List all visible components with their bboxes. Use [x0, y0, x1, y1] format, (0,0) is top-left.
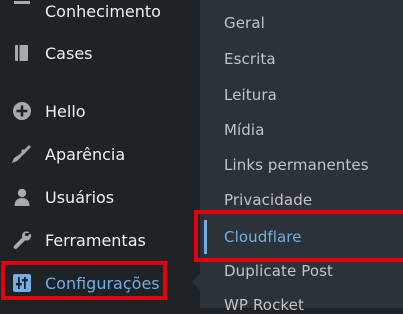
sidebar-item-configuracoes[interactable]: Configurações [0, 266, 200, 300]
submenu-item-privacidade[interactable]: Privacidade [224, 191, 312, 209]
submenu-item-geral[interactable]: Geral [224, 14, 265, 32]
sidebar-item-label: Hello [45, 101, 86, 121]
submenu-item-cloudflare[interactable]: Cloudflare [224, 228, 302, 246]
submenu-item-wp-rocket[interactable]: WP Rocket [224, 296, 304, 314]
user-icon [10, 185, 34, 209]
admin-sidebar: Conhecimento Cases Hello Aparência Usuár… [0, 0, 200, 308]
sidebar-item-cases[interactable]: Cases [0, 36, 200, 70]
current-item-marker [204, 220, 207, 254]
sidebar-item-aparencia[interactable]: Aparência [0, 137, 200, 171]
settings-sliders-icon [10, 271, 34, 295]
submenu-item-midia[interactable]: Mídia [224, 121, 265, 139]
submenu-item-escrita[interactable]: Escrita [224, 50, 276, 68]
submenu-item-links-permanentes[interactable]: Links permanentes [224, 156, 369, 174]
paintbrush-icon [10, 142, 34, 166]
sidebar-item-label: Aparência [45, 144, 126, 164]
knowledge-icon [10, 0, 34, 23]
submenu-item-duplicate-post[interactable]: Duplicate Post [224, 262, 333, 280]
plus-circle-icon [10, 99, 34, 123]
sidebar-item-ferramentas[interactable]: Ferramentas [0, 223, 200, 257]
wrench-icon [10, 228, 34, 252]
sidebar-item-label: Usuários [45, 187, 115, 207]
submenu-pointer [192, 273, 201, 291]
sidebar-item-usuarios[interactable]: Usuários [0, 180, 200, 214]
sidebar-item-label: Cases [45, 43, 93, 63]
menu-separator [0, 80, 200, 81]
sidebar-item-hello[interactable]: Hello [0, 94, 200, 128]
sidebar-item-label: Conhecimento [45, 1, 161, 21]
book-icon [10, 41, 34, 65]
sidebar-item-conhecimento[interactable]: Conhecimento [0, 0, 200, 28]
sidebar-item-label: Configurações [45, 273, 160, 293]
sidebar-item-label: Ferramentas [45, 230, 146, 250]
submenu-item-leitura[interactable]: Leitura [224, 86, 277, 104]
